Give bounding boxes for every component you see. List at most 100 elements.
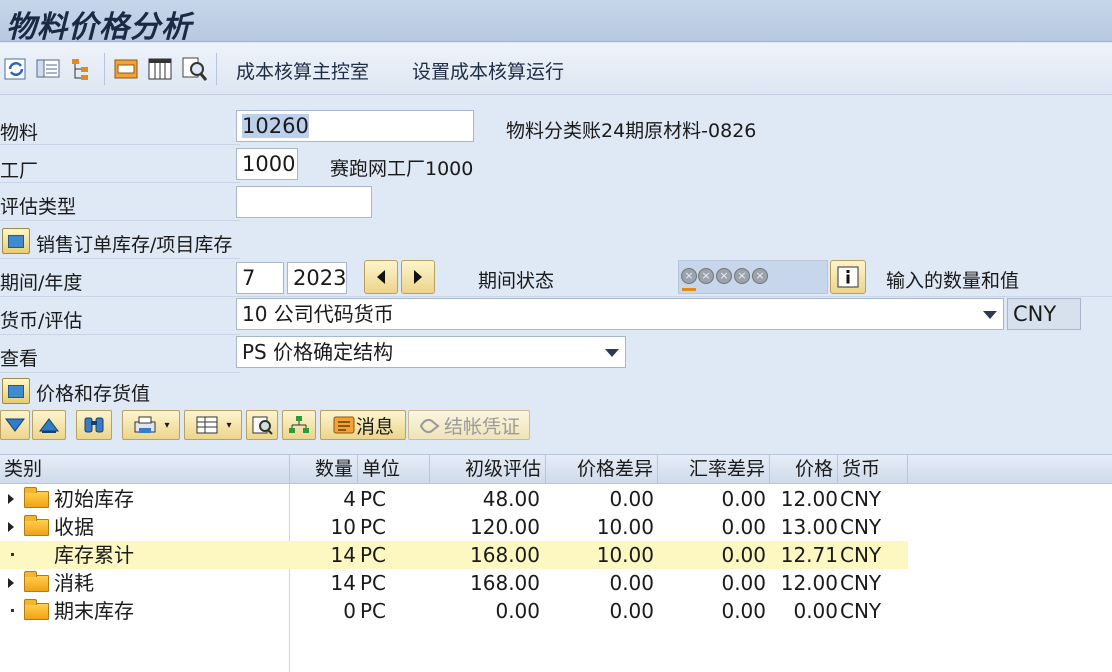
- row-divider: [0, 334, 240, 335]
- status-light-icon: ×: [716, 268, 732, 284]
- material-input[interactable]: 10260: [236, 110, 474, 142]
- cost-cockpit-button[interactable]: 成本核算主控室: [236, 57, 369, 84]
- column-header-category[interactable]: 类别: [0, 455, 290, 484]
- collapse-all-icon[interactable]: [32, 410, 66, 440]
- refresh-icon[interactable]: [2, 55, 30, 83]
- year-input[interactable]: 2023: [287, 262, 347, 294]
- expand-node-icon[interactable]: [8, 578, 14, 588]
- period-input[interactable]: 7: [236, 262, 284, 294]
- row-fx-diff: 0.00: [721, 515, 766, 539]
- details-icon[interactable]: [246, 410, 278, 440]
- status-light-icon: ×: [681, 268, 697, 284]
- grid-toolbar: ▾ ▾ 消息 结帐凭证: [0, 408, 1112, 454]
- view-select[interactable]: PS 价格确定结构: [236, 336, 626, 368]
- column-header-fx-diff[interactable]: 汇率差异: [658, 455, 770, 484]
- set-costing-run-button[interactable]: 设置成本核算运行: [412, 57, 564, 84]
- row-category: 初始库存: [54, 487, 134, 511]
- print-button[interactable]: ▾: [122, 410, 180, 440]
- row-fx-diff: 0.00: [721, 543, 766, 567]
- row-unit: PC: [360, 515, 387, 539]
- row-price-diff: 0.00: [609, 599, 654, 623]
- valuation-type-input[interactable]: [236, 186, 372, 218]
- table-row[interactable]: 收据 10 PC 120.00 10.00 0.00 13.00 CNY: [0, 513, 908, 541]
- row-price: 12.71: [780, 543, 838, 567]
- row-price-diff: 10.00: [596, 515, 654, 539]
- row-quantity: 0: [343, 599, 356, 623]
- column-header-unit[interactable]: 单位: [358, 455, 430, 484]
- row-prelim-valuation: 48.00: [482, 487, 540, 511]
- row-category: 库存累计: [54, 543, 134, 567]
- row-fx-diff: 0.00: [721, 571, 766, 595]
- expand-node-icon[interactable]: [8, 494, 14, 504]
- table-row-subtotal[interactable]: 库存累计 14 PC 168.00 10.00 0.00 12.71 CNY: [0, 541, 908, 569]
- column-header-prelim-valuation[interactable]: 初级评估: [430, 455, 546, 484]
- row-prelim-valuation: 168.00: [470, 571, 540, 595]
- price-analysis-grid: 类别 数量 单位 初级评估 价格差异 汇率差异 价格 货币 初始库存 4 PC …: [0, 454, 1112, 672]
- data-entry-icon[interactable]: [112, 55, 140, 83]
- title-bar: 物料价格分析: [0, 0, 1112, 45]
- row-quantity: 10: [330, 515, 356, 539]
- table-row[interactable]: 初始库存 4 PC 48.00 0.00 0.00 12.00 CNY: [0, 485, 908, 513]
- info-button[interactable]: [830, 260, 866, 294]
- currency-valuation-select[interactable]: 10 公司代码货币: [236, 298, 1004, 330]
- column-header-price[interactable]: 价格: [770, 455, 838, 484]
- valuation-type-label: 评估类型: [0, 196, 77, 218]
- collapse-section-icon[interactable]: [2, 378, 30, 404]
- row-unit: PC: [360, 487, 387, 511]
- table-columns-icon[interactable]: [146, 55, 174, 83]
- layout-button[interactable]: ▾: [184, 410, 242, 440]
- table-row[interactable]: 期末库存 0 PC 0.00 0.00 0.00 0.00 CNY: [0, 597, 908, 625]
- analysis-search-icon[interactable]: [180, 55, 208, 83]
- find-icon[interactable]: [76, 410, 112, 440]
- period-status-indicator: × × × × ×: [678, 260, 828, 294]
- hierarchy-icon[interactable]: [68, 55, 96, 83]
- status-light-icon: ×: [698, 268, 714, 284]
- leaf-node-icon: [11, 553, 14, 556]
- currency-valuation-label: 货币/评估: [0, 310, 83, 332]
- messages-button[interactable]: 消息: [320, 410, 406, 440]
- row-quantity: 14: [330, 543, 356, 567]
- row-divider: [0, 296, 1112, 297]
- view-value: PS 价格确定结构: [242, 340, 394, 364]
- hierarchy-tree-icon[interactable]: [282, 410, 316, 440]
- expand-all-icon[interactable]: [0, 410, 30, 440]
- row-currency: CNY: [840, 599, 882, 623]
- list-view-icon[interactable]: [34, 55, 62, 83]
- window-title: 物料价格分析: [6, 10, 192, 45]
- price-section-title: 价格和存货值: [36, 383, 151, 405]
- row-prelim-valuation: 120.00: [470, 515, 540, 539]
- expand-node-icon[interactable]: [8, 522, 14, 532]
- row-category: 期末库存: [54, 599, 134, 623]
- row-divider: [0, 372, 240, 373]
- row-price: 12.00: [780, 487, 838, 511]
- folder-icon: [24, 599, 49, 620]
- view-label: 查看: [0, 348, 39, 370]
- column-header-quantity[interactable]: 数量: [290, 455, 358, 484]
- row-category: 消耗: [54, 571, 94, 595]
- grid-header-row: 类别 数量 单位 初级评估 价格差异 汇率差异 价格 货币: [0, 454, 1112, 484]
- expand-section-icon[interactable]: [2, 228, 30, 254]
- column-header-price-diff[interactable]: 价格差异: [546, 455, 658, 484]
- chevron-down-icon: [983, 311, 997, 319]
- period-status-text: 输入的数量和值: [886, 270, 1020, 292]
- row-category: 收据: [54, 515, 94, 539]
- row-currency: CNY: [840, 543, 882, 567]
- material-value: 10260: [242, 114, 309, 138]
- table-row[interactable]: 消耗 14 PC 168.00 0.00 0.00 12.00 CNY: [0, 569, 908, 597]
- row-divider: [0, 220, 240, 221]
- row-currency: CNY: [840, 515, 882, 539]
- previous-period-button[interactable]: [364, 260, 398, 294]
- row-fx-diff: 0.00: [721, 599, 766, 623]
- row-currency: CNY: [840, 571, 882, 595]
- menu-arrow-icon: ▾: [164, 419, 170, 431]
- toolbar-separator: [104, 53, 105, 85]
- row-price-diff: 10.00: [596, 543, 654, 567]
- next-period-button[interactable]: [401, 260, 435, 294]
- column-header-currency[interactable]: 货币: [838, 455, 908, 484]
- plant-input[interactable]: 1000: [236, 148, 298, 180]
- row-prelim-valuation: 0.00: [495, 599, 540, 623]
- row-price: 12.00: [780, 571, 838, 595]
- material-description: 物料分类账24期原材料-0826: [506, 120, 757, 142]
- period-year-label: 期间/年度: [0, 272, 83, 294]
- row-divider: [0, 258, 240, 259]
